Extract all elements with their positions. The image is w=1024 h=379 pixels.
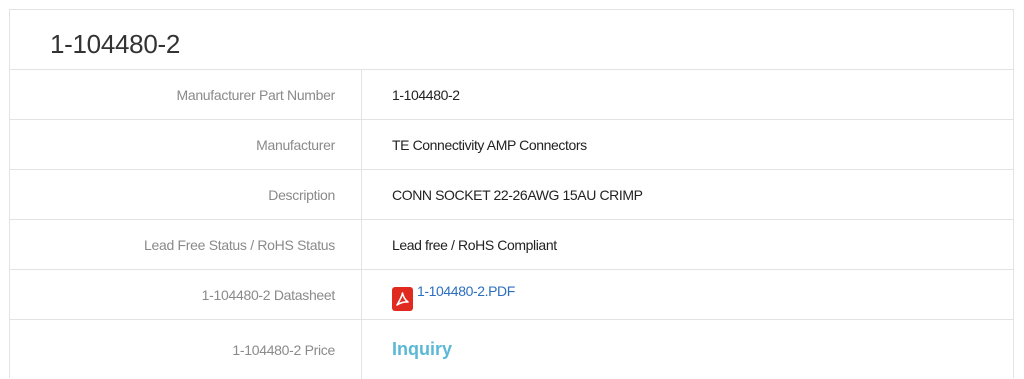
row-label: Manufacturer	[10, 120, 362, 169]
table-row: Manufacturer TE Connectivity AMP Connect…	[10, 120, 1013, 170]
row-value: TE Connectivity AMP Connectors	[392, 136, 587, 153]
page-title: 1-104480-2	[10, 10, 1013, 70]
row-value: Lead free / RoHS Compliant	[392, 236, 557, 253]
row-value: 1-104480-2	[392, 86, 460, 103]
inquiry-link[interactable]: Inquiry	[392, 339, 452, 360]
datasheet-link[interactable]: 1-104480-2.PDF	[417, 281, 515, 301]
table-row: Lead Free Status / RoHS Status Lead free…	[10, 220, 1013, 270]
row-value: CONN SOCKET 22-26AWG 15AU CRIMP	[392, 186, 643, 203]
row-label: Lead Free Status / RoHS Status	[10, 220, 362, 269]
row-value: Inquiry	[362, 320, 1013, 379]
table-row: Description CONN SOCKET 22-26AWG 15AU CR…	[10, 170, 1013, 220]
pdf-icon[interactable]	[392, 286, 413, 311]
table-row: Manufacturer Part Number 1-104480-2	[10, 70, 1013, 120]
table-row: 1-104480-2 Datasheet 1-104480-2.PDF	[10, 270, 1013, 320]
row-label: 1-104480-2 Datasheet	[10, 270, 362, 319]
table-row: 1-104480-2 Price Inquiry	[10, 320, 1013, 379]
row-label: Manufacturer Part Number	[10, 70, 362, 119]
datasheet-link-wrap[interactable]: 1-104480-2.PDF	[392, 281, 515, 311]
row-label: Description	[10, 170, 362, 219]
row-value: 1-104480-2.PDF	[362, 270, 1013, 319]
row-label: 1-104480-2 Price	[10, 320, 362, 379]
part-details-panel: 1-104480-2 Manufacturer Part Number 1-10…	[9, 9, 1014, 379]
